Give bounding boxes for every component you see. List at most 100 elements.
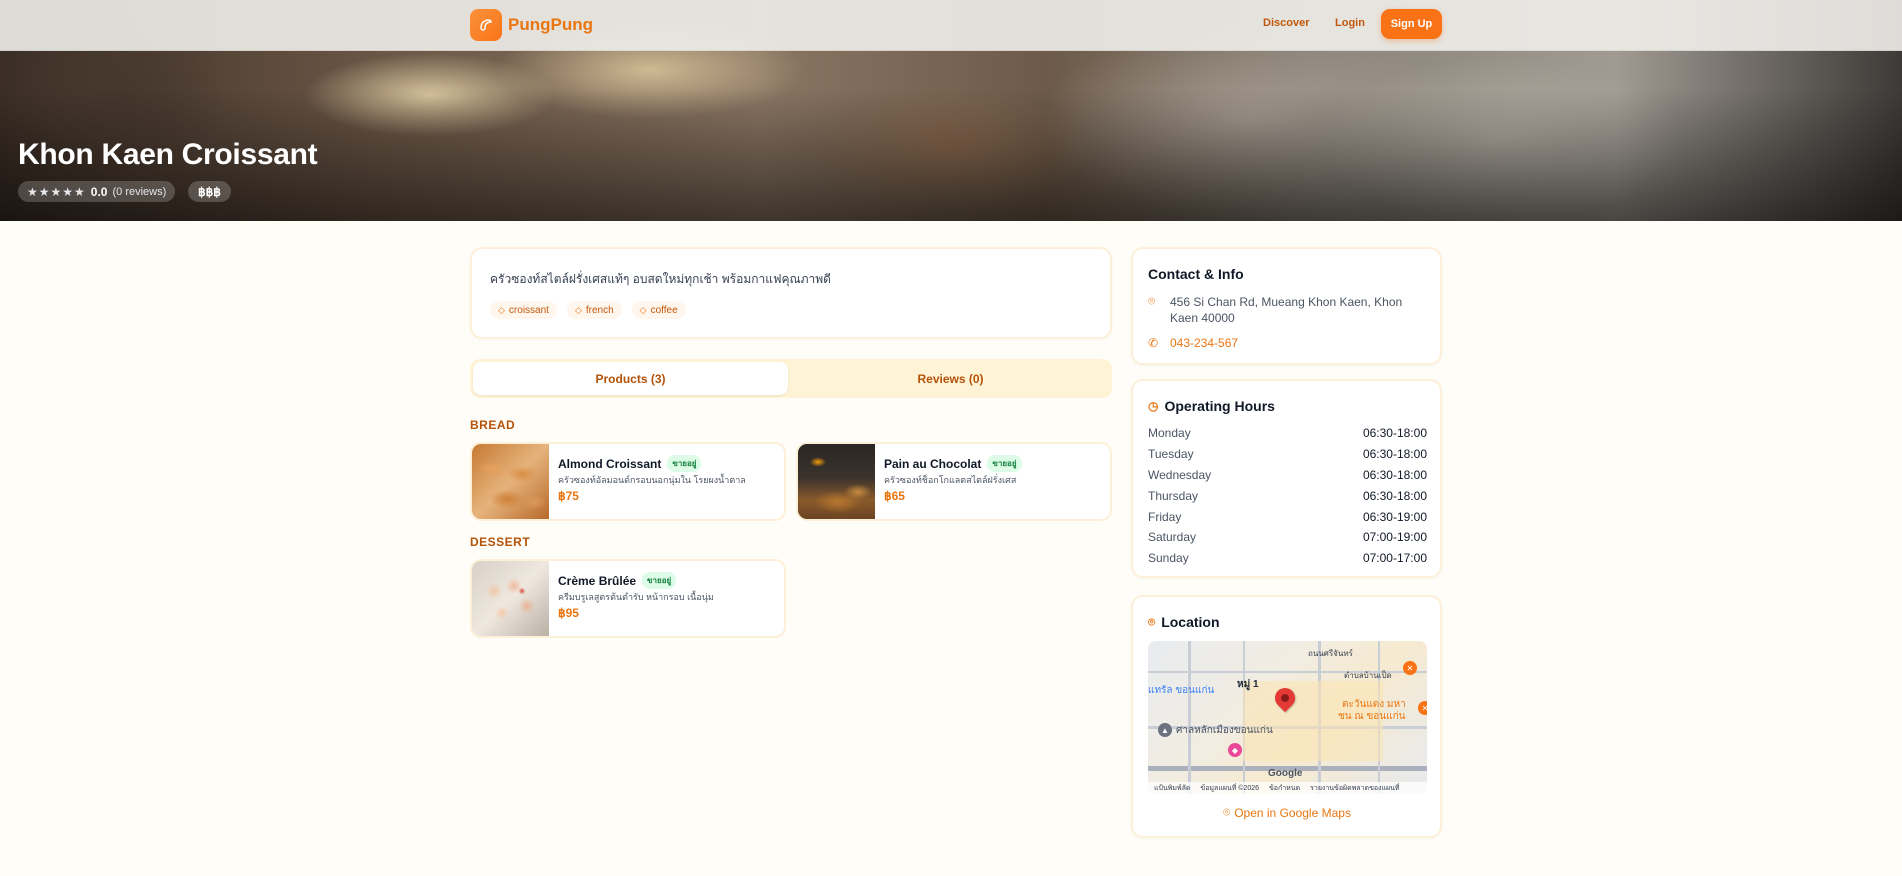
phone-link[interactable]: 043-234-567 xyxy=(1170,336,1238,350)
tab-products[interactable]: Products (3) xyxy=(473,362,788,395)
hours-row: Monday 06:30-18:00 xyxy=(1148,426,1427,440)
map-marker-dot xyxy=(1279,692,1291,704)
map-label: ศาลหลักเมืองขอนแก่น xyxy=(1176,725,1273,736)
product-card[interactable]: Almond Croissant ขายอยู่ ครัวซองท์อัลมอน… xyxy=(470,442,786,521)
section-heading: DESSERT xyxy=(470,535,531,549)
availability-badge: ขายอยู่ xyxy=(667,455,702,472)
map-label: แทรัล ขอนแก่น xyxy=(1148,685,1215,696)
hours-row: Friday 06:30-19:00 xyxy=(1148,510,1427,524)
hours-day: Saturday xyxy=(1148,530,1197,544)
availability-badge: ขายอยู่ xyxy=(987,455,1022,472)
hours-day: Tuesday xyxy=(1148,447,1194,461)
location-card: ⌾ Location หมู่ 1 แทรัล ขอนแก่น ศาลหลักเ… xyxy=(1131,595,1442,838)
product-price: ฿65 xyxy=(884,489,905,503)
tag-icon: ◇ xyxy=(498,304,505,315)
availability-badge: ขายอยู่ xyxy=(642,572,677,589)
shop-address: 456 Si Chan Rd, Mueang Khon Kaen, Khon K… xyxy=(1170,295,1403,325)
product-name: Almond Croissant xyxy=(558,456,662,471)
product-image xyxy=(472,561,549,636)
hours-day: Wednesday xyxy=(1148,468,1212,482)
hours-title: ◷ Operating Hours xyxy=(1148,398,1275,414)
map-embed[interactable]: หมู่ 1 แทรัล ขอนแก่น ศาลหลักเมืองขอนแก่น… xyxy=(1148,641,1427,794)
product-card[interactable]: Crème Brûlée ขายอยู่ ครีมบรูเลสูตรต้นตำร… xyxy=(470,559,786,638)
hours-time: 07:00-17:00 xyxy=(1362,551,1427,565)
hours-day: Monday xyxy=(1148,426,1191,440)
tag-label: coffee xyxy=(650,304,678,316)
hours-day: Sunday xyxy=(1148,551,1189,565)
tag-icon: ◇ xyxy=(574,304,582,315)
location-title-label: Location xyxy=(1161,614,1220,630)
shopping-icon: ◆ xyxy=(1228,743,1242,757)
tag-icon: ◇ xyxy=(639,304,647,315)
clock-icon: ◷ xyxy=(1148,399,1159,413)
product-title: Almond Croissant ขายอยู่ xyxy=(558,455,702,472)
rating-badge: ★★★★★ 0.0 (0 reviews) xyxy=(18,181,176,202)
tag-list: ◇ croissant ◇ french ◇ coffee xyxy=(490,301,686,319)
open-google-maps-label: Open in Google Maps xyxy=(1234,805,1351,820)
nav-login-link[interactable]: Login xyxy=(1335,17,1365,29)
rating-stars-icon: ★★★★★ xyxy=(27,184,86,199)
contact-card: Contact & Info ⌾ 456 Si Chan Rd, Mueang … xyxy=(1131,247,1442,365)
signup-button[interactable]: Sign Up xyxy=(1381,9,1442,39)
hours-row: Saturday 07:00-19:00 xyxy=(1148,530,1427,544)
shop-description: ครัวซองท์สไตล์ฝรั่งเศสแท้ๆ อบสดใหม่ทุกเช… xyxy=(490,272,831,286)
product-description: ครีมบรูเลสูตรต้นตำรับ หน้ากรอบ เนื้อนุ่ม xyxy=(558,592,714,602)
product-image xyxy=(798,444,875,519)
logo-icon[interactable] xyxy=(470,9,502,41)
product-description: ครัวซองท์อัลมอนด์กรอบนอกนุ่มใน โรยผงน้ำต… xyxy=(558,475,746,485)
product-name: Crème Brûlée xyxy=(558,573,637,588)
hours-day: Friday xyxy=(1148,510,1182,524)
hours-time: 07:00-19:00 xyxy=(1362,530,1427,544)
map-label: ตำบลบ้านเป็ด xyxy=(1344,671,1392,680)
hours-row: Tuesday 06:30-18:00 xyxy=(1148,447,1427,461)
hours-card: ◷ Operating Hours Monday 06:30-18:00 Tues… xyxy=(1131,379,1442,578)
product-description: ครัวซองท์ช็อกโกแลตสไตล์ฝรั่งเศส xyxy=(884,475,1017,485)
hours-day: Thursday xyxy=(1148,489,1199,503)
open-google-maps-link[interactable]: ⌾ Open in Google Maps xyxy=(1223,805,1351,820)
rating-value: 0.0 xyxy=(90,184,108,199)
tab-reviews[interactable]: Reviews (0) xyxy=(793,362,1108,395)
hours-time: 06:30-18:00 xyxy=(1362,489,1427,503)
hours-time: 06:30-18:00 xyxy=(1362,447,1427,461)
map-pin-icon: ⌾ xyxy=(1148,614,1156,629)
tag-label: french xyxy=(585,304,614,316)
location-title: ⌾ Location xyxy=(1148,614,1220,630)
shop-title: Khon Kaen Croissant xyxy=(18,138,318,171)
review-count: (0 reviews) xyxy=(112,185,167,198)
map-report-link[interactable]: รายงานข้อผิดพลาดของแผนที่ xyxy=(1310,783,1399,794)
landmark-icon: ▲ xyxy=(1158,723,1172,737)
hours-time: 06:30-18:00 xyxy=(1362,468,1427,482)
tag-chip[interactable]: ◇ croissant xyxy=(490,301,557,319)
tag-label: croissant xyxy=(508,304,549,316)
map-footer: แป้นพิมพ์ลัด ข้อมูลแผนที่ ©2026 ข้อกำหนด… xyxy=(1148,782,1427,794)
product-image xyxy=(472,444,549,519)
description-card: ครัวซองท์สไตล์ฝรั่งเศสแท้ๆ อบสดใหม่ทุกเช… xyxy=(470,247,1112,339)
restaurant-icon: ✕ xyxy=(1418,701,1427,715)
google-logo: Google xyxy=(1268,768,1303,779)
product-name: Pain au Chocolat xyxy=(884,456,982,471)
hours-title-label: Operating Hours xyxy=(1164,398,1275,414)
croissant-icon xyxy=(480,19,492,31)
section-heading: BREAD xyxy=(470,418,516,432)
map-pin-icon: ⌾ xyxy=(1223,805,1231,819)
phone-icon: ✆ xyxy=(1148,336,1159,350)
map-pin-icon: ⌾ xyxy=(1148,294,1156,308)
map-data-credit: ข้อมูลแผนที่ ©2026 xyxy=(1200,784,1260,792)
hours-row: Thursday 06:30-18:00 xyxy=(1148,489,1427,503)
restaurant-icon: ✕ xyxy=(1403,661,1417,675)
tag-chip[interactable]: ◇ coffee xyxy=(631,301,686,319)
hours-row: Wednesday 06:30-18:00 xyxy=(1148,468,1427,482)
map-label: ชน ณ ขอนแก่น xyxy=(1338,711,1406,722)
contact-title: Contact & Info xyxy=(1148,266,1244,282)
price-level-badge: ฿฿฿ xyxy=(188,181,231,202)
product-title: Crème Brûlée ขายอยู่ xyxy=(558,572,677,589)
map-terms-link[interactable]: ข้อกำหนด xyxy=(1269,783,1300,794)
map-shortcuts-link[interactable]: แป้นพิมพ์ลัด xyxy=(1154,783,1190,794)
product-price: ฿95 xyxy=(558,606,579,620)
nav-discover-link[interactable]: Discover xyxy=(1263,17,1309,29)
tag-chip[interactable]: ◇ french xyxy=(566,301,622,319)
hours-row: Sunday 07:00-17:00 xyxy=(1148,551,1427,565)
brand-name[interactable]: PungPung xyxy=(508,15,593,35)
product-price: ฿75 xyxy=(558,489,579,503)
product-card[interactable]: Pain au Chocolat ขายอยู่ ครัวซองท์ช็อกโก… xyxy=(796,442,1112,521)
